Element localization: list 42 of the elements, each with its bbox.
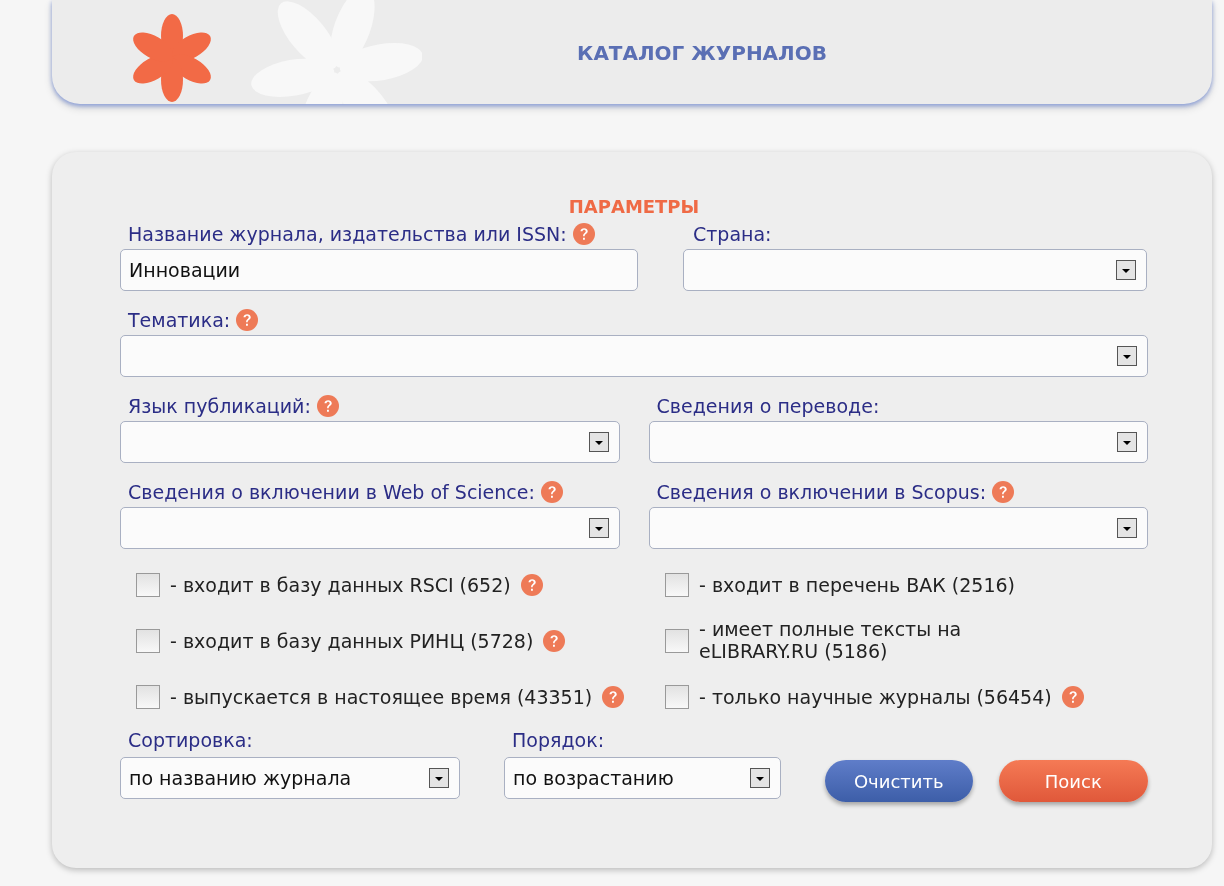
- help-icon[interactable]: [543, 630, 566, 652]
- checkbox[interactable]: [665, 629, 689, 653]
- checkbox-label: - имеет полные тексты на eLIBRARY.RU (5186): [699, 619, 963, 663]
- help-icon[interactable]: [316, 395, 339, 417]
- select-field[interactable]: по возрастанию: [504, 757, 781, 799]
- field-label: Язык публикаций:: [128, 395, 311, 417]
- checkbox-label: - выпускается в настоящее время (43351): [170, 686, 593, 708]
- checkbox-label: - входит в базу данных РИНЦ (5728): [170, 630, 534, 652]
- checkbox[interactable]: [136, 629, 160, 653]
- field-label: Страна:: [693, 223, 772, 245]
- checkbox[interactable]: [136, 573, 160, 597]
- input-field[interactable]: Инновации: [120, 249, 638, 291]
- checkbox[interactable]: [665, 685, 689, 709]
- help-icon[interactable]: [540, 481, 563, 503]
- checkbox-label: - входит в перечень ВАК (2516): [699, 574, 1015, 596]
- checkbox-label: - только научные журналы (56454): [699, 686, 1052, 708]
- field-label: Название журнала, издательства или ISSN:: [128, 223, 567, 245]
- field-label: Сведения о включении в Web of Science:: [128, 481, 535, 503]
- select-field[interactable]: [648, 421, 1148, 463]
- select-field[interactable]: [683, 249, 1147, 291]
- page-title: КАТАЛОГ ЖУРНАЛОВ: [577, 41, 827, 65]
- checkbox[interactable]: [665, 573, 689, 597]
- field-label: Тематика:: [128, 309, 231, 331]
- field-label: Сведения о переводе:: [656, 395, 880, 417]
- help-icon[interactable]: [572, 223, 595, 245]
- field-label: Сортировка:: [127, 729, 254, 751]
- help-icon[interactable]: [236, 309, 259, 331]
- checkbox-label: - входит в базу данных RSCI (652): [170, 574, 511, 596]
- field-label: Порядок:: [511, 729, 606, 751]
- checkbox[interactable]: [136, 685, 160, 709]
- select-field[interactable]: [648, 507, 1148, 549]
- select-field[interactable]: [120, 507, 620, 549]
- help-icon[interactable]: [992, 481, 1015, 503]
- select-field[interactable]: по названию журнала: [120, 757, 460, 799]
- select-field[interactable]: [120, 421, 620, 463]
- help-icon[interactable]: [602, 686, 625, 708]
- field-label: Сведения о включении в Scopus:: [656, 481, 987, 503]
- clear-button[interactable]: Очистить: [825, 760, 973, 802]
- help-icon[interactable]: [520, 574, 543, 596]
- help-icon[interactable]: [1061, 686, 1084, 708]
- section-title: ПАРАМЕТРЫ: [567, 196, 701, 217]
- select-field[interactable]: [120, 335, 1148, 377]
